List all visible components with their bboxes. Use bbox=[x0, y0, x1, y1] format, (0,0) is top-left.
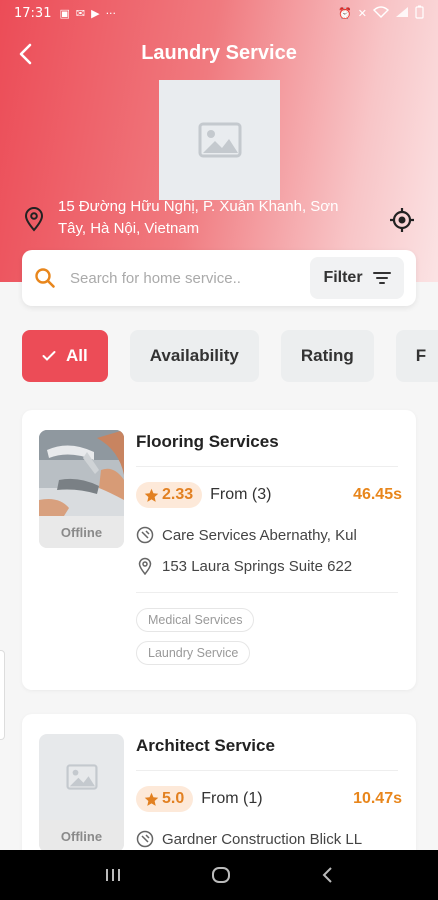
current-address[interactable]: 15 Đường Hữu Nghị, P. Xuân Khanh, Sơn Tâ… bbox=[58, 196, 348, 240]
image-placeholder-icon bbox=[198, 122, 241, 158]
rating-badge: 2.33 bbox=[136, 482, 203, 508]
price: 10.47s bbox=[353, 790, 402, 807]
status-right-icons: ⏰ ✕ bbox=[338, 5, 424, 22]
image-placeholder-icon bbox=[65, 764, 98, 790]
category-tag[interactable]: Laundry Service bbox=[136, 641, 251, 665]
page-title: Laundry Service bbox=[141, 42, 297, 64]
chip-availability[interactable]: Availability bbox=[129, 330, 259, 382]
chip-label: F bbox=[415, 346, 427, 365]
provider-icon bbox=[136, 526, 154, 544]
service-title: Flooring Services bbox=[136, 432, 279, 451]
location-pin-icon bbox=[24, 207, 44, 232]
filter-icon bbox=[372, 272, 391, 284]
rating-value: 5.0 bbox=[162, 790, 185, 807]
my-location-button[interactable] bbox=[388, 206, 416, 234]
rating-value: 2.33 bbox=[162, 486, 194, 503]
filter-button[interactable]: Filter bbox=[310, 257, 404, 299]
search-bar: Filter bbox=[22, 250, 416, 306]
filter-chips: All Availability Rating F bbox=[22, 330, 438, 382]
check-icon bbox=[42, 351, 56, 361]
star-icon bbox=[144, 488, 159, 502]
status-left-icons: ▣ ✉ ▶ ··· bbox=[59, 7, 116, 20]
location-pin-icon bbox=[138, 557, 152, 575]
search-icon bbox=[35, 268, 55, 288]
star-icon bbox=[144, 792, 159, 806]
service-thumbnail: Offline bbox=[39, 430, 124, 548]
more-dots-icon: ··· bbox=[105, 6, 117, 20]
chip-label: All bbox=[66, 346, 88, 365]
mail-icon: ✉ bbox=[75, 6, 86, 20]
service-title: Architect Service bbox=[136, 736, 275, 755]
back-nav-icon[interactable] bbox=[320, 866, 334, 884]
service-image-placeholder bbox=[159, 80, 280, 200]
divider bbox=[136, 466, 398, 467]
rating-badge: 5.0 bbox=[136, 786, 194, 812]
system-nav-bar bbox=[0, 850, 438, 900]
review-count: From (3) bbox=[210, 486, 272, 503]
my-location-icon bbox=[390, 208, 414, 232]
status-time: 17:31 bbox=[14, 5, 52, 21]
plumbing-photo bbox=[39, 430, 124, 516]
divider bbox=[136, 592, 398, 593]
gallery-icon: ▣ bbox=[59, 6, 70, 20]
search-input[interactable] bbox=[70, 269, 310, 287]
status-bar: 17:31 ▣ ✉ ▶ ··· ⏰ ✕ bbox=[0, 0, 438, 26]
divider bbox=[136, 770, 398, 771]
category-tag[interactable]: Medical Services bbox=[136, 608, 255, 632]
provider-row: Care Services Abernathy, Kul bbox=[136, 526, 402, 544]
mute-icon: ✕ bbox=[357, 6, 367, 20]
service-address: 153 Laura Springs Suite 622 bbox=[162, 557, 353, 575]
filter-label: Filter bbox=[323, 269, 363, 286]
price: 46.45s bbox=[353, 486, 402, 503]
provider-name: Care Services Abernathy, Kul bbox=[162, 526, 357, 544]
rating-row: 5.0 From (1) 10.47s bbox=[136, 786, 402, 812]
signal-icon bbox=[395, 6, 409, 21]
chip-rating[interactable]: Rating bbox=[280, 330, 374, 382]
status-badge: Offline bbox=[39, 820, 124, 852]
chip-label: Availability bbox=[149, 346, 239, 365]
chip-all[interactable]: All bbox=[22, 330, 108, 382]
status-badge: Offline bbox=[39, 516, 124, 548]
side-drawer-handle[interactable] bbox=[0, 650, 5, 740]
rating-row: 2.33 From (3) 46.45s bbox=[136, 482, 402, 508]
home-icon[interactable] bbox=[211, 865, 231, 885]
thumbnail-placeholder bbox=[39, 734, 124, 820]
address-row: 15 Đường Hữu Nghị, P. Xuân Khanh, Sơn Tâ… bbox=[22, 196, 416, 240]
address-info-row: 153 Laura Springs Suite 622 bbox=[136, 557, 402, 575]
provider-row: Gardner Construction Blick LL bbox=[136, 830, 402, 848]
service-thumbnail: Offline bbox=[39, 734, 124, 852]
review-count: From (1) bbox=[201, 790, 263, 807]
alarm-icon: ⏰ bbox=[338, 6, 352, 20]
provider-name: Gardner Construction Blick LL bbox=[162, 830, 363, 848]
recent-apps-icon[interactable] bbox=[104, 867, 122, 883]
chip-more[interactable]: F bbox=[395, 330, 438, 382]
wifi-icon bbox=[372, 5, 390, 21]
video-icon: ▶ bbox=[91, 6, 100, 20]
provider-icon bbox=[136, 830, 154, 848]
battery-icon bbox=[415, 5, 424, 22]
chip-label: Rating bbox=[300, 346, 354, 365]
service-card[interactable]: Offline Flooring Services 2.33 From (3) … bbox=[22, 410, 416, 690]
